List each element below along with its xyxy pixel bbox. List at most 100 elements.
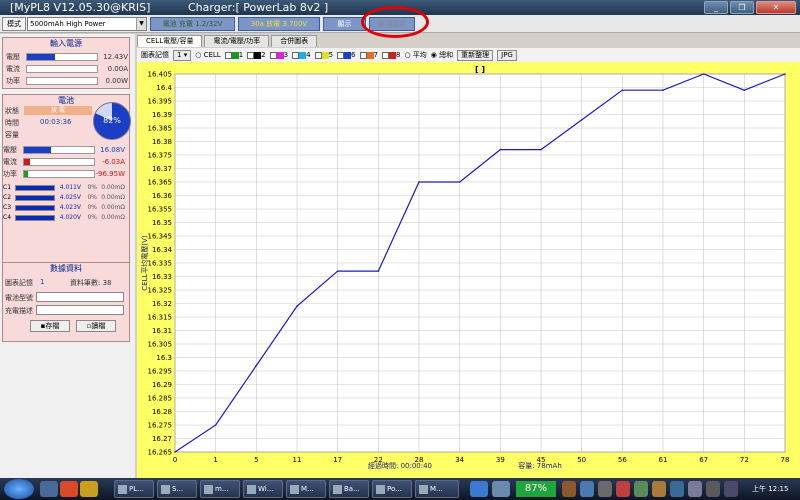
help-icon[interactable]	[470, 481, 488, 497]
task-item[interactable]: m...	[200, 480, 240, 498]
highlight-annotation	[361, 6, 429, 38]
profile-select[interactable]: 5000mAh High Power ▼	[27, 17, 147, 31]
x-tick-label: 67	[699, 456, 708, 464]
tray-icon[interactable]	[616, 481, 630, 497]
load-button[interactable]: ▫讀檔	[76, 320, 116, 332]
save-button[interactable]: ▪存檔	[30, 320, 70, 332]
discharge-status-button[interactable]: 30a 放電 3.700V	[238, 17, 320, 31]
memory-label: 圖表記憶	[141, 51, 169, 59]
channel-label: 8	[395, 51, 401, 59]
input-power-label: 功率	[6, 77, 20, 85]
channel-7-checkbox[interactable]: 7	[359, 51, 378, 59]
battery-indicator[interactable]: 87%	[516, 481, 556, 497]
tray-icon[interactable]	[652, 481, 666, 497]
channel-6-checkbox[interactable]: 6	[337, 51, 356, 59]
profile-select-value: 5000mAh High Power	[30, 20, 106, 28]
y-tick-label: 16.29	[152, 381, 172, 389]
record-count: 資料筆數: 38	[70, 279, 112, 287]
input-current-value: 0.00A	[107, 65, 128, 73]
cell-resistance: 0.00mΩ	[101, 204, 125, 211]
minimize-button[interactable]: _	[704, 1, 728, 14]
refresh-button[interactable]: 重新整理	[457, 49, 494, 61]
display-button[interactable]: 顯示	[323, 17, 366, 31]
cell-radio[interactable]: ○ CELL	[195, 51, 220, 59]
y-tick-label: 16.31	[152, 327, 172, 335]
app-icon	[376, 485, 385, 494]
network-icon[interactable]	[492, 481, 510, 497]
chevron-down-icon: ▼	[136, 18, 146, 30]
y-tick-label: 16.395	[148, 98, 173, 106]
cell-resistance: 0.00mΩ	[101, 184, 125, 191]
y-tick-label: 16.38	[152, 138, 172, 146]
charge-desc-input[interactable]	[36, 305, 124, 315]
data-point	[743, 89, 746, 91]
save-button-label: 存檔	[45, 322, 60, 330]
clock[interactable]: 上午 12:15	[752, 481, 788, 497]
tray-icon[interactable]	[580, 481, 594, 497]
sum-radio[interactable]: ◉ 總和	[431, 50, 453, 60]
data-point	[580, 119, 583, 121]
task-label: M...	[430, 485, 443, 493]
channel-1-checkbox[interactable]: 1	[224, 51, 243, 59]
tray-icon[interactable]	[688, 481, 702, 497]
data-point	[499, 148, 502, 151]
y-tick-label: 16.32	[152, 300, 172, 308]
cell-voltage: 4.020V	[59, 214, 81, 221]
time-label: 時間	[5, 119, 19, 127]
chrome-icon[interactable]	[60, 481, 78, 497]
task-item[interactable]: Wi...	[243, 480, 283, 498]
task-item[interactable]: M...	[286, 480, 326, 498]
tab-current-voltage-power[interactable]: 電流/電壓/功率	[204, 35, 270, 47]
tray-icon[interactable]	[598, 481, 612, 497]
input-voltage-value: 12.43V	[103, 53, 128, 61]
chart-area: 16.405 16.4 16.395 16.39 16.385 16.38 16.375 16…	[137, 62, 800, 480]
battery-model-input[interactable]	[36, 292, 124, 302]
y-tick-label: 16.28	[152, 408, 172, 416]
x-axis-label-capacity: 容量: 78mAh	[518, 461, 562, 470]
chart-tabs: CELL電壓/容量 電流/電壓/功率 合併圖表	[137, 35, 318, 47]
channel-2-checkbox[interactable]: 2	[247, 51, 266, 59]
y-tick-label: 16.295	[148, 368, 173, 376]
volume-icon[interactable]	[706, 481, 720, 497]
task-item[interactable]: Ba...	[329, 480, 369, 498]
channel-3-checkbox[interactable]: 3	[269, 51, 288, 59]
speaker-icon[interactable]	[724, 481, 738, 497]
tray-icon[interactable]	[562, 481, 576, 497]
folder-icon[interactable]	[80, 481, 98, 497]
cell-voltage: 4.023V	[59, 204, 81, 211]
tab-merged-chart[interactable]: 合併圖表	[271, 35, 318, 47]
memory-select[interactable]: 1 ▾	[173, 49, 192, 61]
task-item[interactable]: PL...	[114, 480, 154, 498]
task-label: M...	[301, 485, 314, 493]
y-tick-label: 16.39	[152, 111, 172, 119]
export-jpg-button[interactable]: JPG	[497, 49, 517, 61]
tray-icon[interactable]	[670, 481, 684, 497]
close-button[interactable]: ✕	[756, 1, 796, 14]
voltage-chart: 16.40516.416.39516.3916.38516.3816.37516…	[140, 65, 789, 470]
channel-8-checkbox[interactable]: 8	[381, 51, 401, 59]
restore-button[interactable]: ❐	[730, 1, 754, 14]
explorer-icon[interactable]	[40, 481, 58, 497]
cell-label: C3	[3, 204, 12, 211]
tab-cell-voltage[interactable]: CELL電壓/容量	[137, 35, 203, 47]
task-item[interactable]: S...	[157, 480, 197, 498]
data-point	[540, 148, 542, 151]
y-tick-label: 16.36	[152, 192, 173, 200]
cell-resistance: 0.00mΩ	[101, 194, 125, 201]
y-tick-label: 16.37	[152, 165, 172, 173]
charge-status-button[interactable]: 電池 充電 1.2/32V	[150, 17, 235, 31]
task-item[interactable]: Po...	[372, 480, 412, 498]
task-item[interactable]: M...	[415, 480, 459, 498]
data-point	[296, 305, 298, 307]
battery-model-label: 電池型號	[5, 294, 33, 302]
mode-button[interactable]: 模式	[2, 17, 26, 31]
app-icon	[161, 485, 170, 494]
channel-5-checkbox[interactable]: 5	[314, 51, 333, 59]
channel-label: 6	[351, 51, 356, 59]
start-button[interactable]	[4, 479, 34, 499]
average-radio[interactable]: ○ 平均	[404, 50, 426, 60]
y-tick-label: 16.405	[148, 71, 173, 79]
battery-power-label: 功率	[3, 170, 17, 178]
tray-icon[interactable]	[634, 481, 648, 497]
channel-4-checkbox[interactable]: 4	[292, 51, 311, 59]
